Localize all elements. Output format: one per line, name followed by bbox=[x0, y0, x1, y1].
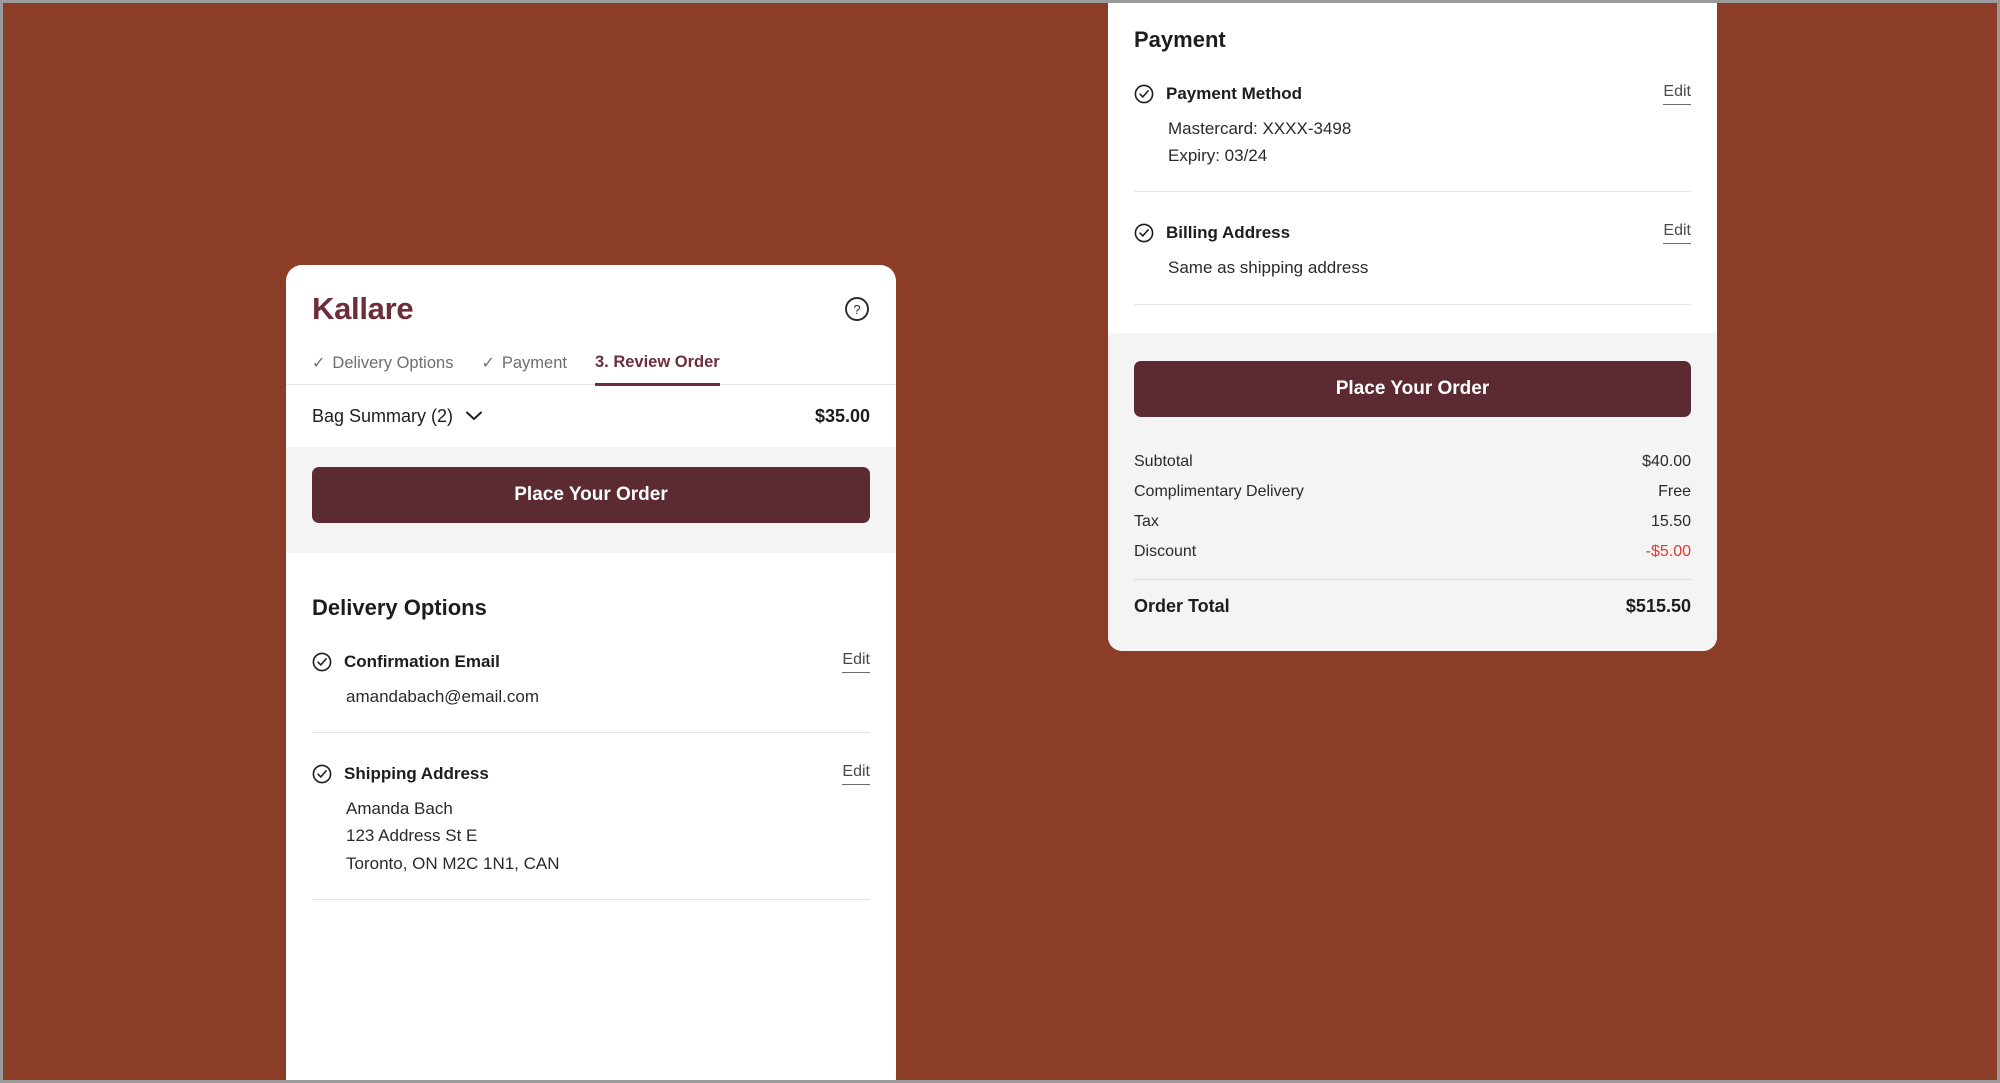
entry-line: amandabach@email.com bbox=[346, 687, 540, 706]
total-value: $40.00 bbox=[1642, 452, 1691, 470]
delivery-options-title: Delivery Options bbox=[312, 595, 487, 620]
payment-method-entry: Payment Method Edit Mastercard: XXXX-349… bbox=[1108, 53, 1717, 193]
entry-header: Billing Address Edit bbox=[1134, 192, 1691, 245]
order-total-value: $515.50 bbox=[1625, 595, 1691, 616]
check-circle-icon bbox=[312, 764, 332, 784]
entry-header-left: Payment Method bbox=[1134, 84, 1302, 104]
total-row-delivery: Complimentary Delivery Free bbox=[1134, 477, 1691, 507]
entry-body: Amanda Bach 123 Address St E Toronto, ON… bbox=[312, 795, 870, 877]
screen: Kallare ? ✓ Delivery Options ✓ Payment 3… bbox=[0, 0, 2000, 1083]
check-circle-icon bbox=[1134, 84, 1154, 104]
entry-header: Confirmation Email Edit bbox=[312, 621, 870, 673]
check-mark-icon: ✓ bbox=[481, 354, 495, 372]
shipping-address-entry: Shipping Address Edit Amanda Bach 123 Ad… bbox=[286, 733, 896, 900]
order-summary-panel: Payment Payment Method Edit Mastercard: … bbox=[1108, 3, 1717, 651]
tab-label: 3. Review Order bbox=[594, 353, 720, 371]
checkout-panel: Kallare ? ✓ Delivery Options ✓ Payment 3… bbox=[286, 265, 896, 1080]
check-circle-icon bbox=[1134, 223, 1154, 243]
checkout-steps: ✓ Delivery Options ✓ Payment 3. Review O… bbox=[286, 353, 896, 386]
total-label: Subtotal bbox=[1134, 452, 1193, 470]
edit-payment-method-link[interactable]: Edit bbox=[1663, 83, 1691, 105]
total-value: -$5.00 bbox=[1645, 542, 1691, 560]
check-circle-icon bbox=[312, 652, 332, 672]
check-mark-icon: ✓ bbox=[312, 354, 326, 372]
order-totals-section: Place Your Order Subtotal $40.00 Complim… bbox=[1108, 332, 1717, 651]
bag-summary-amount: $35.00 bbox=[814, 405, 870, 426]
tab-label: Payment bbox=[501, 354, 567, 372]
checkout-header: Kallare ? bbox=[286, 265, 896, 327]
entry-header: Payment Method Edit bbox=[1134, 53, 1691, 105]
total-label: Complimentary Delivery bbox=[1134, 482, 1304, 500]
svg-text:?: ? bbox=[853, 302, 860, 317]
tab-review-order[interactable]: 3. Review Order bbox=[594, 353, 720, 386]
bag-summary-label: Bag Summary (2) bbox=[312, 405, 454, 426]
entry-line: Toronto, ON M2C 1N1, CAN bbox=[346, 853, 560, 873]
entry-body: Mastercard: XXXX-3498 Expiry: 03/24 bbox=[1134, 115, 1691, 169]
bag-summary-row[interactable]: Bag Summary (2) $35.00 bbox=[286, 385, 896, 447]
entry-line: Expiry: 03/24 bbox=[1168, 146, 1268, 166]
entry-label: Shipping Address bbox=[344, 764, 489, 784]
edit-confirmation-email-link[interactable]: Edit bbox=[842, 651, 870, 673]
entry-header: Shipping Address Edit bbox=[312, 733, 870, 786]
order-total-label: Order Total bbox=[1134, 595, 1230, 616]
tab-payment[interactable]: ✓ Payment bbox=[481, 354, 567, 384]
entry-header-left: Billing Address bbox=[1134, 223, 1290, 243]
edit-shipping-address-link[interactable]: Edit bbox=[842, 763, 870, 786]
place-order-band-left: Place Your Order bbox=[286, 447, 896, 553]
entry-body: Same as shipping address bbox=[1134, 254, 1691, 281]
entry-label: Billing Address bbox=[1166, 223, 1291, 243]
order-total-row: Order Total $515.50 bbox=[1134, 592, 1691, 617]
billing-address-entry: Billing Address Edit Same as shipping ad… bbox=[1108, 192, 1717, 305]
help-icon[interactable]: ? bbox=[844, 296, 870, 322]
tab-delivery-options[interactable]: ✓ Delivery Options bbox=[312, 354, 453, 384]
entry-header-left: Shipping Address bbox=[312, 764, 489, 784]
entry-body: amandabach@email.com bbox=[312, 683, 870, 710]
total-label: Tax bbox=[1134, 512, 1159, 530]
total-row-subtotal: Subtotal $40.00 bbox=[1134, 447, 1691, 477]
entry-line: Same as shipping address bbox=[1168, 258, 1369, 278]
payment-section: Payment Payment Method Edit Mastercard: … bbox=[1108, 3, 1717, 333]
entry-divider bbox=[312, 898, 870, 900]
total-label: Discount bbox=[1134, 542, 1197, 560]
total-value: 15.50 bbox=[1650, 512, 1691, 530]
payment-section-title: Payment bbox=[1134, 27, 1226, 52]
totals-divider bbox=[1134, 578, 1691, 580]
entry-line: Mastercard: XXXX-3498 bbox=[1168, 119, 1352, 138]
place-order-button-left[interactable]: Place Your Order bbox=[312, 467, 870, 523]
total-value: Free bbox=[1658, 482, 1691, 500]
edit-billing-address-link[interactable]: Edit bbox=[1663, 222, 1691, 245]
tab-label: Delivery Options bbox=[332, 354, 454, 372]
entry-label: Confirmation Email bbox=[344, 652, 500, 671]
chevron-down-icon[interactable] bbox=[466, 411, 482, 421]
entry-label: Payment Method bbox=[1166, 84, 1303, 103]
entry-header-left: Confirmation Email bbox=[312, 652, 500, 672]
brand-logo: Kallare bbox=[312, 291, 414, 326]
totals-list: Subtotal $40.00 Complimentary Delivery F… bbox=[1134, 447, 1691, 617]
entry-line: Amanda Bach bbox=[346, 799, 453, 819]
total-row-tax: Tax 15.50 bbox=[1134, 507, 1691, 537]
entry-line: 123 Address St E bbox=[346, 826, 478, 846]
place-order-button-right[interactable]: Place Your Order bbox=[1134, 360, 1691, 417]
confirmation-email-entry: Confirmation Email Edit amandabach@email… bbox=[286, 621, 896, 734]
entry-divider bbox=[1134, 303, 1691, 305]
total-row-discount: Discount -$5.00 bbox=[1134, 537, 1691, 567]
bag-summary-toggle[interactable]: Bag Summary (2) bbox=[312, 406, 482, 427]
